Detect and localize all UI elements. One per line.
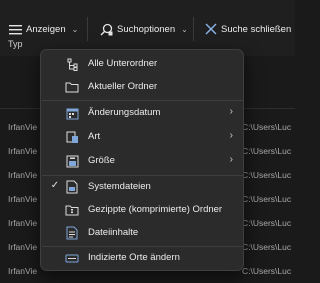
- size-icon: [65, 154, 79, 168]
- close-search-button[interactable]: Suche schließen: [205, 19, 291, 39]
- menu-item-current-folder[interactable]: Aktueller Ordner: [41, 76, 243, 98]
- item-type: IrfanVie: [8, 170, 38, 180]
- item-path: C:\Users\Luc: [242, 266, 292, 276]
- menu-item-system-files[interactable]: ✓ Systemdateien: [41, 176, 243, 198]
- menu-item-label: Systemdateien: [88, 181, 151, 192]
- menu-item-all-subfolders[interactable]: Alle Unterordner: [41, 53, 243, 75]
- search-options-button[interactable]: Suchoptionen ⌄: [100, 19, 188, 39]
- item-path: C:\Users\Luc: [242, 170, 292, 180]
- column-header-type[interactable]: Typ: [8, 39, 23, 49]
- folder-icon: [65, 80, 79, 94]
- calendar-icon: [65, 106, 79, 120]
- zipped-folder-icon: [65, 203, 79, 217]
- view-menu-button[interactable]: Anzeigen ⌄: [9, 19, 78, 39]
- chevron-right-icon: ›: [229, 154, 233, 165]
- item-path: C:\Users\Luc: [242, 218, 292, 228]
- item-type: IrfanVie: [8, 146, 38, 156]
- checkmark-icon: ✓: [50, 180, 60, 191]
- menu-item-label: Änderungsdatum: [88, 107, 161, 118]
- item-type: IrfanVie: [8, 218, 38, 228]
- item-path: C:\Users\Luc: [242, 242, 292, 252]
- item-path: C:\Users\Luc: [242, 146, 292, 156]
- indexed-locations-icon: [65, 251, 79, 265]
- toolbar-divider: [87, 17, 88, 41]
- menu-item-label: Aktueller Ordner: [88, 81, 158, 92]
- menu-item-zipped-folders[interactable]: Gezippte (komprimierte) Ordner: [41, 199, 243, 221]
- item-type: IrfanVie: [8, 122, 38, 132]
- close-search-label: Suche schließen: [221, 23, 292, 35]
- view-menu-label: Anzeigen: [26, 23, 66, 35]
- item-type: IrfanVie: [8, 242, 38, 252]
- item-type: IrfanVie: [8, 266, 38, 276]
- menu-item-change-indexed-locations[interactable]: Indizierte Orte ändern: [41, 247, 243, 269]
- menu-item-label: Gezippte (komprimierte) Ordner: [88, 204, 223, 215]
- menu-item-label: Dateiinhalte: [88, 227, 139, 238]
- chevron-down-icon: ⌄: [71, 24, 79, 34]
- menu-item-label: Art: [88, 131, 101, 142]
- kind-icon: [65, 130, 79, 144]
- chevron-right-icon: ›: [229, 130, 233, 141]
- system-file-icon: [65, 180, 79, 194]
- search-options-label: Suchoptionen: [117, 23, 176, 35]
- menu-item-size[interactable]: Größe ›: [41, 150, 243, 172]
- toolbar-divider: [193, 17, 194, 41]
- menu-item-label: Größe: [88, 155, 115, 166]
- menu-separator: [42, 100, 243, 101]
- menu-item-file-contents[interactable]: Dateiinhalte: [41, 222, 243, 244]
- document-icon: [65, 226, 79, 240]
- menu-item-kind[interactable]: Art ›: [41, 126, 243, 148]
- search-options-icon: [100, 23, 113, 36]
- command-bar: Anzeigen ⌄ Suchoptionen ⌄ Suche schließe…: [0, 0, 295, 56]
- chevron-right-icon: ›: [229, 106, 233, 117]
- item-path: C:\Users\Luc: [242, 122, 292, 132]
- item-path: C:\Users\Luc: [242, 194, 292, 204]
- close-icon: [205, 23, 217, 35]
- item-type: IrfanVie: [8, 194, 38, 204]
- view-lines-icon: [9, 24, 22, 35]
- menu-item-label: Alle Unterordner: [88, 58, 158, 69]
- chevron-down-icon: ⌄: [181, 24, 188, 34]
- search-options-menu: Alle Unterordner Aktueller Ordner Änderu…: [40, 49, 244, 271]
- menu-item-label: Indizierte Orte ändern: [88, 252, 180, 263]
- menu-item-date-modified[interactable]: Änderungsdatum ›: [41, 102, 243, 124]
- subfolders-icon: [65, 57, 79, 71]
